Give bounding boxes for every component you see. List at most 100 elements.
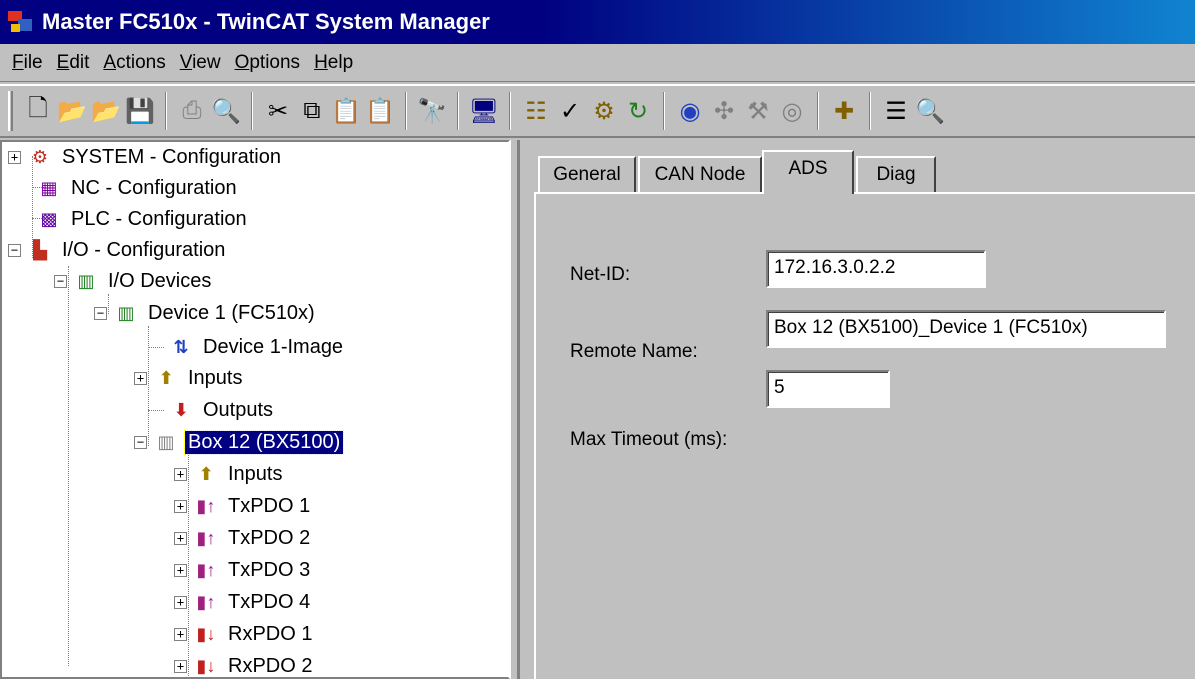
- tree-item-txpdo-4[interactable]: + ▮↑ TxPDO 4: [174, 587, 313, 617]
- tree-item-rxpdo-2[interactable]: + ▮↓ RxPDO 2: [174, 651, 315, 677]
- add-item-icon[interactable]: ✚: [829, 94, 859, 128]
- cut-icon[interactable]: ✂: [263, 94, 293, 128]
- txpdo-icon: ▮↑: [196, 495, 216, 516]
- netid-field[interactable]: 172.16.3.0.2.2: [766, 250, 986, 288]
- tree-item-label: I/O - Configuration: [62, 238, 226, 261]
- copy-icon[interactable]: ⧉: [297, 94, 327, 128]
- expand-toggle[interactable]: +: [8, 150, 21, 164]
- config-mode-icon[interactable]: ⚒: [743, 94, 773, 128]
- tree-item-label: PLC - Configuration: [71, 207, 247, 230]
- tree-item-label: Device 1-Image: [203, 335, 344, 358]
- max-timeout-field[interactable]: 5: [766, 370, 890, 408]
- twincat-app-icon[interactable]: [8, 9, 34, 35]
- collapse-toggle[interactable]: −: [8, 243, 21, 257]
- paste-with-links-icon[interactable]: 📋: [365, 94, 395, 128]
- tree-item-device-1[interactable]: − ▥ Device 1 (FC510x): [94, 298, 318, 328]
- toolbar-separator: [457, 92, 459, 130]
- tree-item-inputs[interactable]: + ⬆ Inputs: [134, 363, 245, 393]
- expand-toggle[interactable]: +: [174, 595, 187, 609]
- paste-icon[interactable]: 📋: [331, 94, 361, 128]
- online-icon[interactable]: ◉: [675, 94, 705, 128]
- box-terminal-icon: ▥: [157, 431, 175, 452]
- scan-icon[interactable]: ✣: [709, 94, 739, 128]
- collapse-toggle[interactable]: −: [94, 306, 107, 320]
- menu-options[interactable]: Options: [235, 52, 300, 74]
- expand-toggle[interactable]: +: [174, 499, 187, 513]
- toolbar: 🗋 📂 📂 💾 ⎙ 🔍 ✂ ⧉ 📋 📋 🔭 🖥 ☷ ✓ ⚙ ↻ ◉ ✣ ⚒ ◎ …: [0, 84, 1195, 138]
- tree-item-nc-configuration[interactable]: ▦ NC - Configuration: [38, 173, 240, 203]
- tree-item-txpdo-2[interactable]: + ▮↑ TxPDO 2: [174, 523, 313, 553]
- expand-toggle[interactable]: +: [174, 659, 187, 673]
- menu-actions[interactable]: Actions: [103, 52, 165, 74]
- menu-view[interactable]: View: [180, 52, 221, 74]
- tree-item-rxpdo-1[interactable]: + ▮↓ RxPDO 1: [174, 619, 315, 649]
- txpdo-icon: ▮↑: [196, 527, 216, 548]
- tree-item-plc-configuration[interactable]: ▩ PLC - Configuration: [38, 204, 250, 234]
- properties-pane: General CAN Node ADS Diag Net-ID: 172.16…: [518, 140, 1195, 679]
- show-properties-icon[interactable]: ☰: [881, 94, 911, 128]
- tab-general[interactable]: General: [538, 156, 636, 192]
- expand-toggle[interactable]: +: [174, 563, 187, 577]
- txpdo-icon: ▮↑: [196, 591, 216, 612]
- title-bar: Master FC510x - TwinCAT System Manager: [0, 0, 1195, 44]
- toolbar-separator: [869, 92, 871, 130]
- zoom-icon[interactable]: 🔍: [915, 94, 945, 128]
- system-config-icon: ⚙: [31, 146, 49, 167]
- inputs-icon: ⬆: [198, 463, 214, 484]
- tree-item-label: Outputs: [203, 398, 274, 421]
- pane-splitter[interactable]: [510, 140, 518, 679]
- rxpdo-icon: ▮↓: [196, 623, 216, 644]
- menu-file[interactable]: File: [12, 52, 43, 74]
- toolbar-grip[interactable]: [8, 91, 13, 131]
- check-configuration-icon[interactable]: ✓: [555, 94, 585, 128]
- tree-item-label: TxPDO 2: [228, 526, 311, 549]
- remote-name-label: Remote Name:: [570, 341, 698, 362]
- target-system-icon[interactable]: 🖥: [469, 94, 499, 128]
- open-icon[interactable]: 📂: [57, 94, 87, 128]
- menu-edit[interactable]: Edit: [57, 52, 90, 74]
- save-icon[interactable]: 💾: [125, 94, 155, 128]
- process-image-icon: ⇅: [173, 336, 189, 357]
- tree-item-box-inputs[interactable]: + ⬆ Inputs: [174, 459, 285, 489]
- expand-toggle[interactable]: +: [134, 371, 147, 385]
- tab-ads[interactable]: ADS: [762, 150, 854, 194]
- find-icon[interactable]: 🔭: [417, 94, 447, 128]
- tree-item-device-1-image[interactable]: ⇅ Device 1-Image: [170, 332, 346, 362]
- window-title: Master FC510x - TwinCAT System Manager: [42, 9, 490, 34]
- expand-toggle[interactable]: +: [174, 467, 187, 481]
- tree-item-txpdo-1[interactable]: + ▮↑ TxPDO 1: [174, 491, 313, 521]
- tree-item-io-configuration[interactable]: − ▙ I/O - Configuration: [8, 235, 228, 265]
- tab-can-node[interactable]: CAN Node: [638, 156, 762, 192]
- inputs-icon: ⬆: [158, 367, 174, 388]
- new-icon[interactable]: 🗋: [23, 94, 53, 128]
- print-preview-icon[interactable]: 🔍: [211, 94, 241, 128]
- nc-config-icon: ▦: [40, 177, 58, 198]
- print-icon[interactable]: ⎙: [177, 94, 207, 128]
- tree-view[interactable]: + ⚙ SYSTEM - Configuration ▦ NC - Config…: [0, 140, 510, 679]
- tree-item-box-12[interactable]: − ▥ Box 12 (BX5100): [134, 427, 345, 457]
- tree-item-io-devices[interactable]: − ▥ I/O Devices: [54, 266, 214, 296]
- toolbar-separator: [165, 92, 167, 130]
- open-from-target-icon[interactable]: 📂: [91, 94, 121, 128]
- collapse-toggle[interactable]: −: [134, 435, 147, 449]
- expand-toggle[interactable]: +: [174, 627, 187, 641]
- remote-name-field[interactable]: Box 12 (BX5100)_Device 1 (FC510x): [766, 310, 1166, 348]
- toggle-free-run-icon[interactable]: ◎: [777, 94, 807, 128]
- toolbar-separator: [817, 92, 819, 130]
- tab-diag[interactable]: Diag: [856, 156, 936, 192]
- collapse-toggle[interactable]: −: [54, 274, 67, 288]
- tree-item-label: I/O Devices: [108, 269, 212, 292]
- netid-label: Net-ID:: [570, 264, 631, 285]
- rxpdo-icon: ▮↓: [196, 655, 216, 676]
- tree-item-system-configuration[interactable]: + ⚙ SYSTEM - Configuration: [8, 142, 284, 172]
- generate-mappings-icon[interactable]: ☷: [521, 94, 551, 128]
- tree-item-txpdo-3[interactable]: + ▮↑ TxPDO 3: [174, 555, 313, 585]
- expand-toggle[interactable]: +: [174, 531, 187, 545]
- io-devices-icon: ▥: [77, 270, 95, 291]
- toolbar-separator: [663, 92, 665, 130]
- restart-icon[interactable]: ↻: [623, 94, 653, 128]
- tree-item-outputs[interactable]: ⬇ Outputs: [170, 395, 276, 425]
- toolbar-separator: [509, 92, 511, 130]
- menu-help[interactable]: Help: [314, 52, 353, 74]
- activate-configuration-icon[interactable]: ⚙: [589, 94, 619, 128]
